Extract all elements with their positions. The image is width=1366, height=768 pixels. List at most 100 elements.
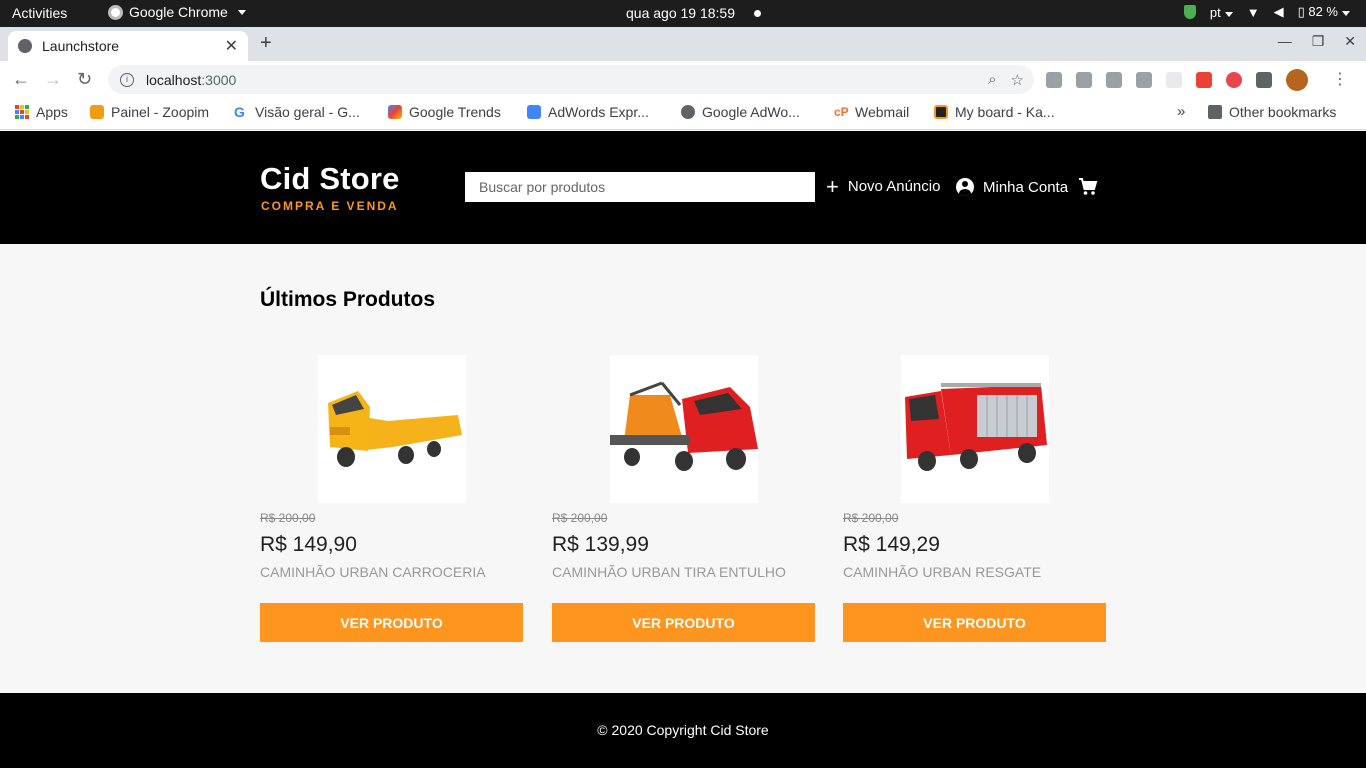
bookmark-label: Google Trends <box>409 104 501 120</box>
zoopim-icon <box>90 105 104 119</box>
apps-grid-icon <box>15 105 29 119</box>
extension-icon[interactable] <box>1076 72 1092 88</box>
bookmark-google-trends[interactable]: Google Trends <box>388 104 501 120</box>
tab-title: Launchstore <box>42 38 120 54</box>
more-bookmarks-icon[interactable]: » <box>1177 103 1185 120</box>
json-icon[interactable] <box>1136 72 1152 88</box>
zoom-icon[interactable]: ⌕ <box>988 71 996 89</box>
star-icon[interactable]: ☆ <box>1011 71 1024 89</box>
puzzle-icon[interactable] <box>1256 72 1272 88</box>
battery-label: 82 % <box>1308 4 1338 19</box>
view-product-button[interactable]: VER PRODUTO <box>843 603 1106 642</box>
bookmarks-bar: Apps Painel - Zoopim G Visão geral - G..… <box>0 97 1366 130</box>
tab-strip: Launchstore ✕ + — ❐ ✕ <box>0 27 1366 61</box>
other-bookmarks[interactable]: Other bookmarks <box>1208 104 1336 120</box>
bookmark-visao-geral[interactable]: G Visão geral - G... <box>234 104 360 120</box>
kanban-icon <box>934 105 948 119</box>
url-port: :3000 <box>201 71 237 88</box>
notification-dot-icon <box>754 10 761 17</box>
bookmark-adwords-express[interactable]: AdWords Expr... <box>527 104 649 120</box>
site-footer: © 2020 Copyright Cid Store <box>0 693 1366 768</box>
bookmark-label: Webmail <box>855 104 910 120</box>
system-tray[interactable]: pt ▼ ◀ ▯ 82 % <box>1183 4 1350 20</box>
extension-icon[interactable] <box>1046 72 1062 88</box>
camera-icon[interactable] <box>1106 72 1122 88</box>
product-image-dump-truck[interactable] <box>317 355 466 503</box>
menu-icon[interactable]: ⋮ <box>1332 69 1348 89</box>
clock[interactable]: qua ago 19 18:59 <box>626 5 735 21</box>
account-link[interactable]: Minha Conta <box>956 178 1068 196</box>
extension-icon[interactable] <box>1196 72 1212 88</box>
view-product-button[interactable]: VER PRODUTO <box>552 603 815 642</box>
bookmark-label: AdWords Expr... <box>548 104 649 120</box>
tab-launchstore[interactable]: Launchstore ✕ <box>8 31 248 61</box>
plus-icon: + <box>826 173 839 199</box>
bookmark-webmail[interactable]: cP Webmail <box>834 104 909 120</box>
bookmark-label: My board - Ka... <box>955 104 1055 120</box>
extension-icon[interactable] <box>1226 72 1242 88</box>
price: R$ 149,90 <box>260 533 357 556</box>
app-menu[interactable]: Google Chrome <box>108 4 246 20</box>
volume-icon: ◀ <box>1273 4 1284 19</box>
bookmark-my-board[interactable]: My board - Ka... <box>934 104 1055 120</box>
cpanel-icon: cP <box>834 105 849 119</box>
account-label: Minha Conta <box>983 178 1069 196</box>
address-bar-actions: ⌕ ☆ <box>988 71 1024 89</box>
address-bar[interactable]: i localhost:3000 ⌕ ☆ <box>108 65 1034 94</box>
avatar[interactable] <box>1286 69 1308 91</box>
wifi-icon: ▼ <box>1246 4 1260 20</box>
activities-button[interactable]: Activities <box>12 5 67 21</box>
product-name: CAMINHÃO URBAN CARROCERIA <box>260 564 486 580</box>
logo-title: Cid Store <box>260 161 400 196</box>
folder-icon <box>1208 105 1222 119</box>
new-tab-button[interactable]: + <box>260 32 272 55</box>
bookmark-label: Google AdWo... <box>702 104 800 120</box>
battery-icon: ▯ <box>1297 4 1305 19</box>
os-top-bar: Activities Google Chrome qua ago 19 18:5… <box>0 0 1366 27</box>
product-image-skip-truck[interactable] <box>609 355 758 503</box>
bookmark-zoopim[interactable]: Painel - Zoopim <box>90 104 209 120</box>
copyright-text: © 2020 Copyright Cid Store <box>597 722 769 738</box>
chevron-down-icon <box>1224 11 1233 17</box>
cart-icon[interactable] <box>1078 178 1098 196</box>
search-input[interactable] <box>465 172 815 202</box>
bookmark-apps[interactable]: Apps <box>15 104 68 120</box>
window-controls: — ❐ ✕ <box>1278 33 1356 50</box>
new-ad-label: Novo Anúncio <box>847 178 941 195</box>
account-circle-icon <box>956 178 974 196</box>
bookmark-google-adwords[interactable]: Google AdWo... <box>681 104 800 120</box>
extensions <box>1046 69 1308 91</box>
bookmark-label: Apps <box>36 104 68 120</box>
info-icon[interactable]: i <box>120 72 134 87</box>
app-name: Google Chrome <box>129 4 228 20</box>
language-label: pt <box>1209 4 1221 20</box>
forward-icon[interactable]: → <box>44 69 62 90</box>
new-ad-link[interactable]: + Novo Anúncio <box>826 173 941 199</box>
product-image-fire-truck[interactable] <box>900 355 1049 503</box>
logo-subtitle: COMPRA E VENDA <box>261 199 399 213</box>
chrome-icon <box>108 4 123 20</box>
view-product-button[interactable]: VER PRODUTO <box>260 603 523 642</box>
restore-icon[interactable]: ❐ <box>1312 33 1325 50</box>
toolbar: ← → ↻ i localhost:3000 ⌕ ☆ ⋮ <box>0 61 1366 97</box>
product-name: CAMINHÃO URBAN RESGATE <box>843 564 1042 580</box>
logo[interactable]: Cid Store COMPRA E VENDA <box>260 161 400 213</box>
old-price: R$ 200,00 <box>260 511 316 525</box>
trends-icon <box>388 105 402 119</box>
product-name: CAMINHÃO URBAN TIRA ENTULHO <box>552 564 786 580</box>
chevron-down-icon <box>237 9 246 15</box>
chevron-down-icon <box>1342 11 1350 16</box>
minimize-icon[interactable]: — <box>1278 33 1292 50</box>
bookmark-label: Visão geral - G... <box>255 104 360 120</box>
close-window-icon[interactable]: ✕ <box>1344 33 1356 50</box>
language-indicator[interactable]: pt <box>1210 5 1233 20</box>
back-icon[interactable]: ← <box>12 69 30 90</box>
battery-status[interactable]: ▯ 82 % <box>1298 4 1350 20</box>
globe-icon <box>681 105 695 119</box>
close-icon[interactable]: ✕ <box>225 36 238 56</box>
product-card: R$ 200,00 R$ 139,99 CAMINHÃO URBAN TIRA … <box>552 355 815 642</box>
reload-icon[interactable]: ↻ <box>77 69 92 90</box>
price: R$ 139,99 <box>552 533 649 556</box>
extension-icon[interactable] <box>1166 72 1182 88</box>
section-title: Últimos Produtos <box>260 288 436 311</box>
